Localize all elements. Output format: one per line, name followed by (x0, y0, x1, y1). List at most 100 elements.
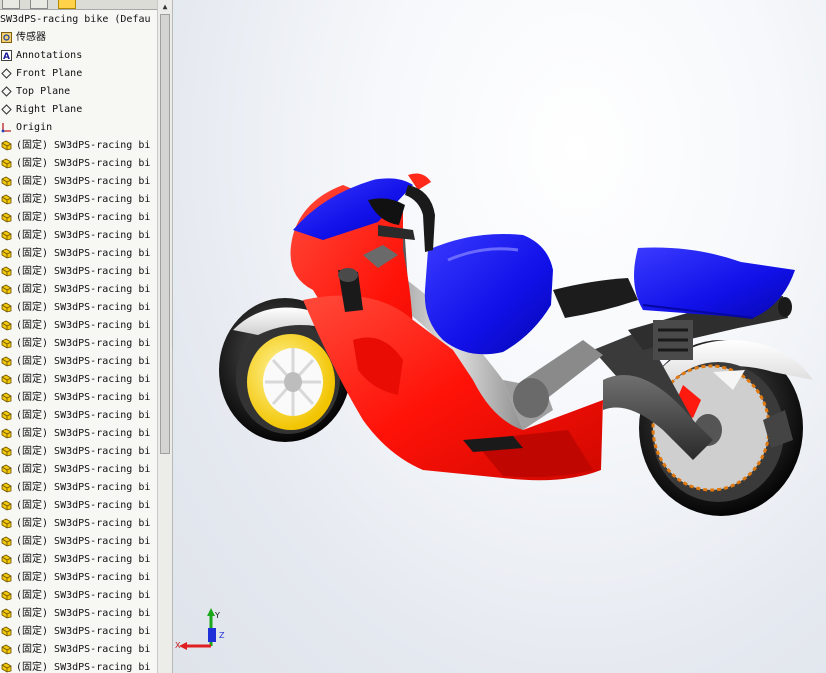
tree-item-part[interactable]: (固定) SW3dPS-racing bi (0, 569, 156, 587)
tree-item-part[interactable]: (固定) SW3dPS-racing bi (0, 551, 156, 569)
tree-item-front-plane[interactable]: Front Plane (0, 65, 156, 83)
tree-item-part[interactable]: (固定) SW3dPS-racing bi (0, 497, 156, 515)
y-axis-label: Y (214, 611, 220, 620)
part-icon (1, 500, 12, 511)
tree-part-label: (固定) SW3dPS-racing bi (16, 320, 151, 331)
part-icon (1, 446, 12, 457)
part-rows: (固定) SW3dPS-racing bi (固定) SW3dPS-racing … (0, 137, 156, 673)
tree-part-label: (固定) SW3dPS-racing bi (16, 428, 151, 439)
tree-scrollbar[interactable]: ▲ (157, 0, 172, 673)
tree-item-sensors[interactable]: 传感器 (0, 29, 156, 47)
tree-item-part[interactable]: (固定) SW3dPS-racing bi (0, 245, 156, 263)
part-icon (1, 626, 12, 637)
tree-item-part[interactable]: (固定) SW3dPS-racing bi (0, 443, 156, 461)
tree-part-label: (固定) SW3dPS-racing bi (16, 374, 151, 385)
part-icon (1, 338, 12, 349)
plane-icon (1, 104, 12, 115)
tree-part-label: (固定) SW3dPS-racing bi (16, 356, 151, 367)
tree-item-label: Annotations (16, 50, 83, 61)
tree-part-label: (固定) SW3dPS-racing bi (16, 194, 151, 205)
tree-part-label: (固定) SW3dPS-racing bi (16, 392, 151, 403)
part-icon (1, 410, 12, 421)
part-icon (1, 554, 12, 565)
origin-icon (1, 123, 11, 133)
scroll-up-arrow-icon[interactable]: ▲ (160, 1, 170, 12)
tree-part-label: (固定) SW3dPS-racing bi (16, 410, 151, 421)
graphics-viewport[interactable]: Y X Z (173, 0, 826, 673)
tree-part-label: (固定) SW3dPS-racing bi (16, 644, 151, 655)
fuel-tank[interactable] (424, 234, 553, 355)
tree-part-label: (固定) SW3dPS-racing bi (16, 572, 151, 583)
sensor-icon (1, 32, 12, 43)
tree-item-label: 传感器 (16, 32, 46, 43)
tree-item-part[interactable]: (固定) SW3dPS-racing bi (0, 461, 156, 479)
tree-part-label: (固定) SW3dPS-racing bi (16, 284, 151, 295)
tree-item-part[interactable]: (固定) SW3dPS-racing bi (0, 389, 156, 407)
part-icon (1, 248, 12, 259)
tree-item-part[interactable]: (固定) SW3dPS-racing bi (0, 641, 156, 659)
feature-tree-tab[interactable] (2, 0, 20, 9)
part-icon (1, 392, 12, 403)
x-axis-label: X (175, 641, 181, 650)
tree-item-part[interactable]: (固定) SW3dPS-racing bi (0, 659, 156, 673)
part-icon (1, 590, 12, 601)
tree-item-part[interactable]: (固定) SW3dPS-racing bi (0, 299, 156, 317)
part-icon (1, 644, 12, 655)
tree-item-part[interactable]: (固定) SW3dPS-racing bi (0, 533, 156, 551)
tree-part-label: (固定) SW3dPS-racing bi (16, 608, 151, 619)
tree-item-part[interactable]: (固定) SW3dPS-racing bi (0, 191, 156, 209)
tree-item-part[interactable]: (固定) SW3dPS-racing bi (0, 155, 156, 173)
tree-part-label: (固定) SW3dPS-racing bi (16, 482, 151, 493)
plane-icon (1, 86, 12, 97)
part-icon (1, 230, 12, 241)
tree-item-part[interactable]: (固定) SW3dPS-racing bi (0, 407, 156, 425)
part-icon (1, 302, 12, 313)
annotations-icon: A (1, 50, 12, 61)
part-icon (1, 284, 12, 295)
part-icon (1, 482, 12, 493)
part-icon (1, 536, 12, 547)
tree-item-part[interactable]: (固定) SW3dPS-racing bi (0, 353, 156, 371)
seat[interactable] (553, 278, 638, 318)
part-icon (1, 140, 12, 151)
tree-item-part[interactable]: (固定) SW3dPS-racing bi (0, 137, 156, 155)
z-axis-icon (208, 628, 216, 642)
tree-part-label: (固定) SW3dPS-racing bi (16, 626, 151, 637)
tree-item-part[interactable]: (固定) SW3dPS-racing bi (0, 587, 156, 605)
tree-item-right-plane[interactable]: Right Plane (0, 101, 156, 119)
z-axis-label: Z (219, 631, 225, 640)
tree-item-part[interactable]: (固定) SW3dPS-racing bi (0, 371, 156, 389)
part-icon (1, 662, 12, 673)
tree-item-part[interactable]: (固定) SW3dPS-racing bi (0, 209, 156, 227)
tree-item-part[interactable]: (固定) SW3dPS-racing bi (0, 281, 156, 299)
tree-item-origin[interactable]: Origin (0, 119, 156, 137)
tree-item-part[interactable]: (固定) SW3dPS-racing bi (0, 263, 156, 281)
tree-item-part[interactable]: (固定) SW3dPS-racing bi (0, 227, 156, 245)
tree-item-part[interactable]: (固定) SW3dPS-racing bi (0, 605, 156, 623)
part-icon (1, 374, 12, 385)
tree-item-part[interactable]: (固定) SW3dPS-racing bi (0, 479, 156, 497)
property-manager-tab[interactable] (30, 0, 48, 9)
tree-item-part[interactable]: (固定) SW3dPS-racing bi (0, 515, 156, 533)
tree-part-label: (固定) SW3dPS-racing bi (16, 554, 151, 565)
tree-rows: SW3dPS-racing bike (Defau 传感器 A Annotati… (0, 11, 156, 673)
tree-item-part[interactable]: (固定) SW3dPS-racing bi (0, 425, 156, 443)
racing-bike-model[interactable] (173, 0, 826, 673)
tree-item-top-plane[interactable]: Top Plane (0, 83, 156, 101)
tree-root-assembly[interactable]: SW3dPS-racing bike (Defau (0, 11, 156, 29)
part-icon (1, 518, 12, 529)
tree-item-annotations[interactable]: A Annotations (0, 47, 156, 65)
tree-item-part[interactable]: (固定) SW3dPS-racing bi (0, 623, 156, 641)
manager-tabs (0, 0, 160, 10)
scroll-thumb[interactable] (160, 14, 170, 454)
tree-item-part[interactable]: (固定) SW3dPS-racing bi (0, 335, 156, 353)
part-icon (1, 194, 12, 205)
svg-text:A: A (3, 52, 10, 61)
orientation-triad: Y X Z (175, 608, 225, 650)
display-manager-tab[interactable] (58, 0, 76, 9)
part-icon (1, 266, 12, 277)
tree-item-part[interactable]: (固定) SW3dPS-racing bi (0, 317, 156, 335)
tree-item-part[interactable]: (固定) SW3dPS-racing bi (0, 173, 156, 191)
tree-part-label: (固定) SW3dPS-racing bi (16, 536, 151, 547)
tree-part-label: (固定) SW3dPS-racing bi (16, 500, 151, 511)
